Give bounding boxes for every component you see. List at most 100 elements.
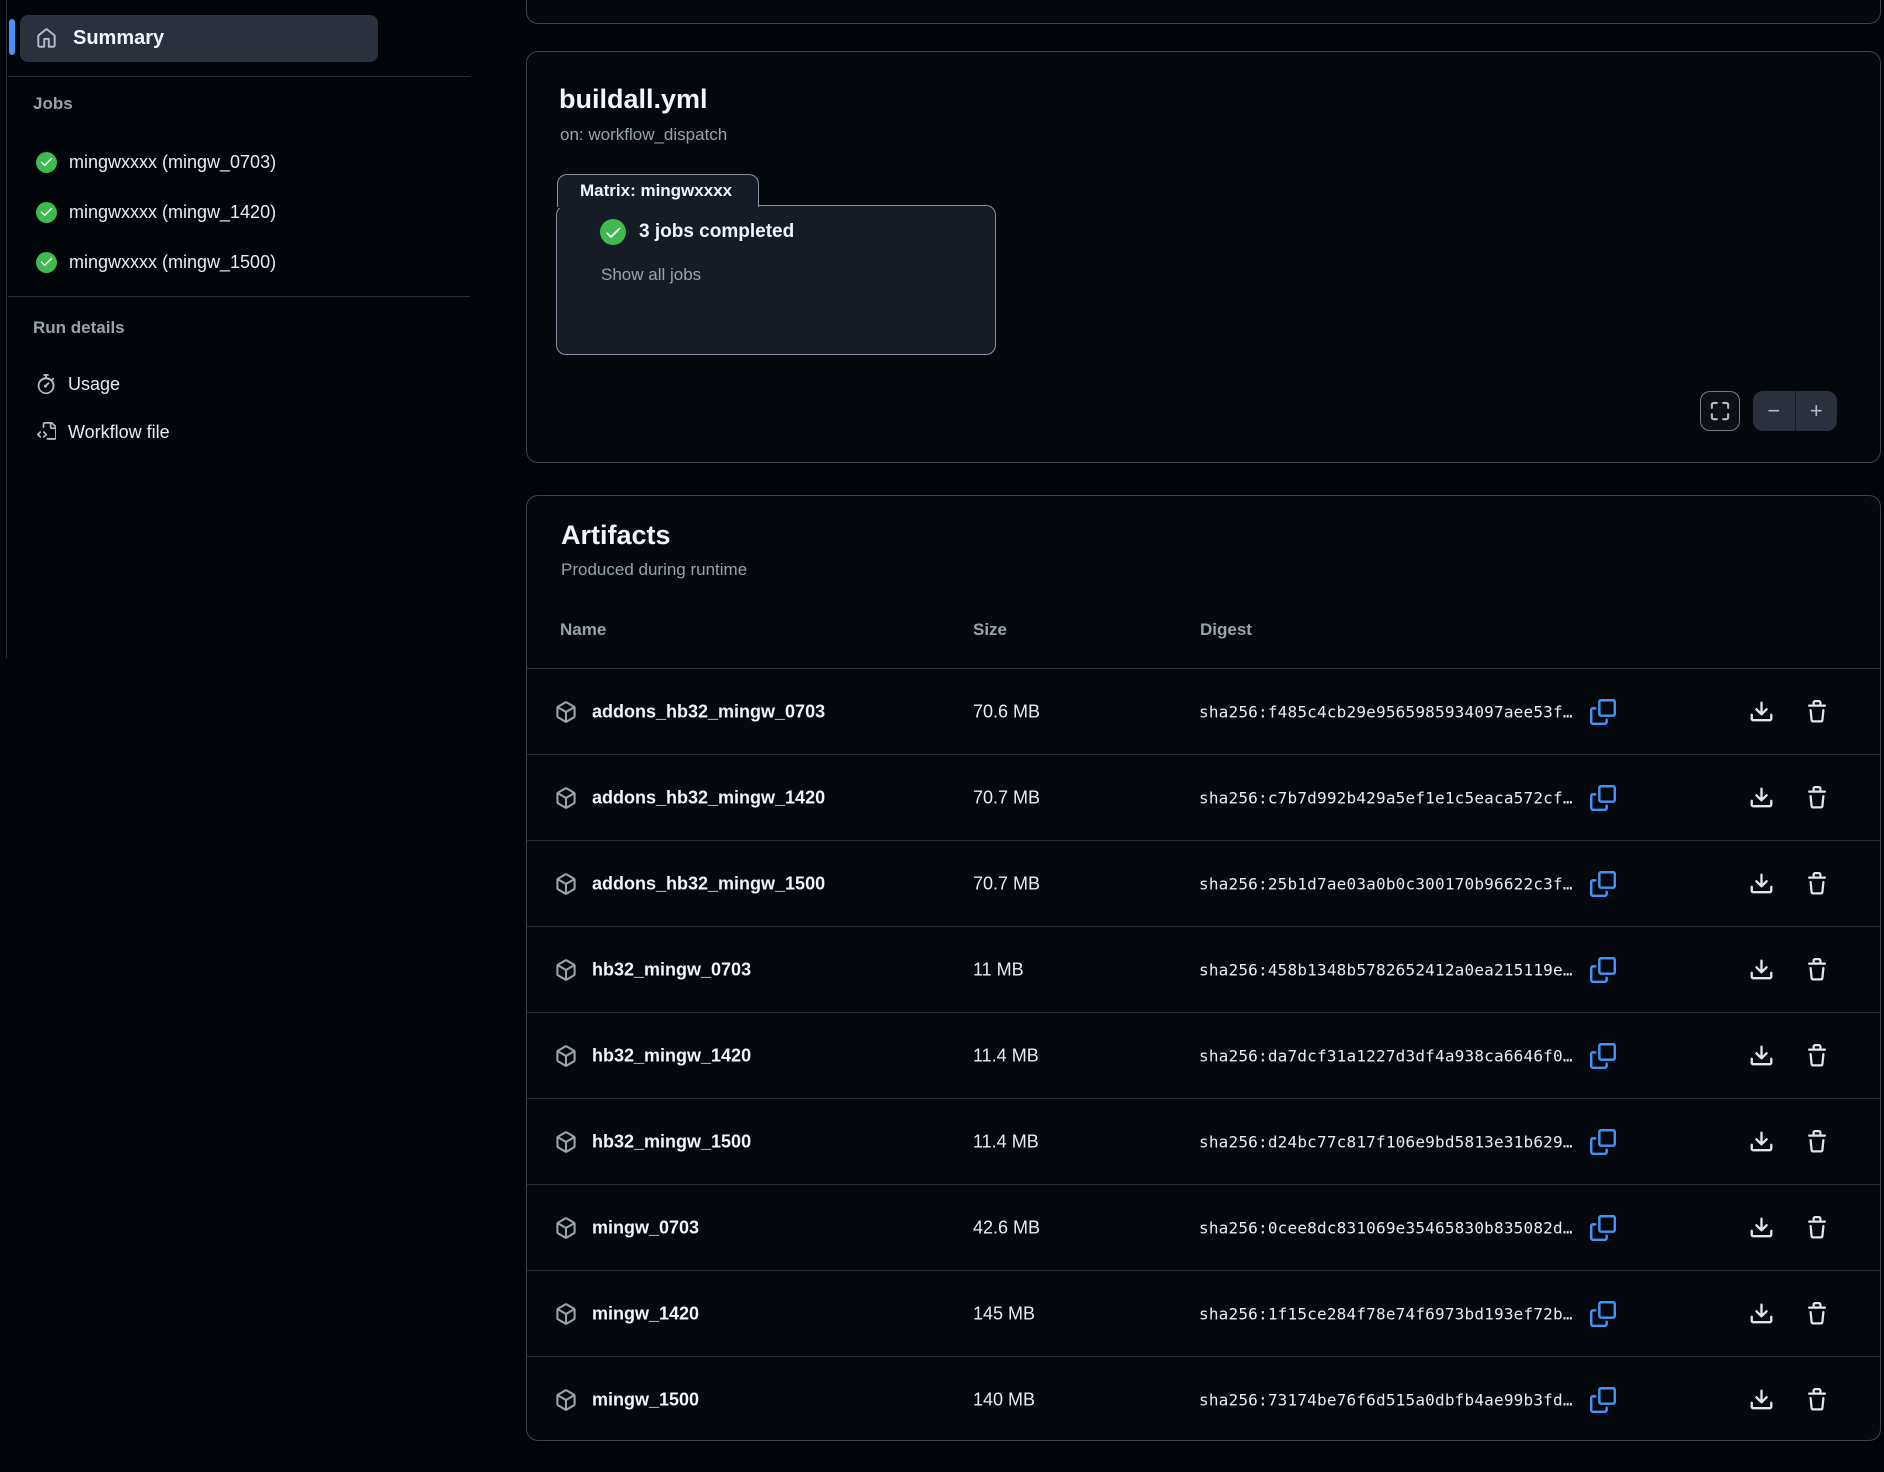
package-icon <box>555 959 577 981</box>
package-icon <box>555 873 577 895</box>
artifact-digest: sha256:0cee8dc831069e35465830b835082d… <box>1199 1218 1573 1237</box>
download-artifact-icon[interactable] <box>1749 785 1774 810</box>
artifact-size: 70.7 MB <box>973 787 1040 808</box>
copy-digest-icon[interactable] <box>1590 1043 1616 1069</box>
artifact-digest: sha256:25b1d7ae03a0b0c300170b96622c3f… <box>1199 874 1573 893</box>
download-artifact-icon[interactable] <box>1749 1301 1774 1326</box>
delete-artifact-icon[interactable] <box>1805 872 1829 896</box>
sidebar-item-label: Summary <box>73 27 164 50</box>
artifact-size: 140 MB <box>973 1390 1035 1411</box>
package-icon <box>555 1217 577 1239</box>
artifact-name: mingw_0703 <box>592 1217 699 1238</box>
artifacts-table-body: addons_hb32_mingw_0703 70.6 MB sha256:f4… <box>527 669 1880 1443</box>
delete-artifact-icon[interactable] <box>1805 786 1829 810</box>
sidebar-item-workflow-file[interactable]: Workflow file <box>26 412 456 452</box>
copy-digest-icon[interactable] <box>1590 1301 1616 1327</box>
column-header-name: Name <box>560 620 606 640</box>
artifact-size: 70.6 MB <box>973 701 1040 722</box>
zoom-in-button[interactable]: + <box>1796 391 1838 431</box>
download-artifact-icon[interactable] <box>1749 871 1774 896</box>
copy-digest-icon[interactable] <box>1590 871 1616 897</box>
fullscreen-button[interactable] <box>1700 391 1740 431</box>
artifact-name: addons_hb32_mingw_0703 <box>592 701 825 722</box>
package-icon <box>555 1045 577 1067</box>
sidebar-job-item[interactable]: mingwxxxx (mingw_1500) <box>26 242 456 282</box>
sidebar-job-item[interactable]: mingwxxxx (mingw_0703) <box>26 142 456 182</box>
fullscreen-icon <box>1710 401 1730 421</box>
job-label: mingwxxxx (mingw_1500) <box>69 252 276 273</box>
job-label: mingwxxxx (mingw_0703) <box>69 152 276 173</box>
home-icon <box>36 28 57 49</box>
copy-digest-icon[interactable] <box>1590 1387 1616 1413</box>
package-icon <box>555 1389 577 1411</box>
artifact-digest: sha256:da7dcf31a1227d3df4a938ca6646f0… <box>1199 1046 1573 1065</box>
delete-artifact-icon[interactable] <box>1805 958 1829 982</box>
copy-digest-icon[interactable] <box>1590 699 1616 725</box>
zoom-controls: − + <box>1753 391 1837 431</box>
artifact-name: addons_hb32_mingw_1500 <box>592 873 825 894</box>
table-row: addons_hb32_mingw_1500 70.7 MB sha256:25… <box>527 841 1880 927</box>
artifact-digest: sha256:d24bc77c817f106e9bd5813e31b629… <box>1199 1132 1573 1151</box>
check-circle-icon <box>36 202 57 223</box>
artifact-name: hb32_mingw_0703 <box>592 959 751 980</box>
sidebar-item-label: Usage <box>68 374 120 395</box>
delete-artifact-icon[interactable] <box>1805 1302 1829 1326</box>
zoom-out-button[interactable]: − <box>1753 391 1795 431</box>
artifact-size: 70.7 MB <box>973 873 1040 894</box>
selected-indicator-bar <box>9 19 15 55</box>
copy-digest-icon[interactable] <box>1590 785 1616 811</box>
delete-artifact-icon[interactable] <box>1805 1130 1829 1154</box>
package-icon <box>555 701 577 723</box>
artifact-size: 42.6 MB <box>973 1217 1040 1238</box>
sidebar-item-usage[interactable]: Usage <box>26 364 456 404</box>
package-icon <box>555 1131 577 1153</box>
copy-digest-icon[interactable] <box>1590 1215 1616 1241</box>
copy-digest-icon[interactable] <box>1590 957 1616 983</box>
table-row: mingw_1420 145 MB sha256:1f15ce284f78e74… <box>527 1271 1880 1357</box>
artifact-size: 145 MB <box>973 1303 1035 1324</box>
check-circle-icon <box>36 152 57 173</box>
artifact-digest: sha256:1f15ce284f78e74f6973bd193ef72b… <box>1199 1304 1573 1323</box>
artifact-size: 11.4 MB <box>973 1045 1039 1066</box>
artifact-name: mingw_1500 <box>592 1390 699 1411</box>
show-all-jobs-link[interactable]: Show all jobs <box>601 265 701 285</box>
download-artifact-icon[interactable] <box>1749 1129 1774 1154</box>
artifact-digest: sha256:c7b7d992b429a5ef1e1c5eaca572cf… <box>1199 788 1573 807</box>
file-code-icon <box>36 422 56 442</box>
artifact-digest: sha256:f485c4cb29e9565985934097aee53f… <box>1199 702 1573 721</box>
matrix-status: 3 jobs completed <box>600 219 794 245</box>
matrix-node[interactable]: Matrix: mingwxxxx 3 jobs completed Show … <box>556 174 996 355</box>
check-circle-icon <box>36 252 57 273</box>
sidebar-rail-divider <box>6 0 7 658</box>
copy-digest-icon[interactable] <box>1590 1129 1616 1155</box>
download-artifact-icon[interactable] <box>1749 1215 1774 1240</box>
artifact-name: hb32_mingw_1500 <box>592 1131 751 1152</box>
download-artifact-icon[interactable] <box>1749 699 1774 724</box>
table-row: mingw_1500 140 MB sha256:73174be76f6d515… <box>527 1357 1880 1443</box>
delete-artifact-icon[interactable] <box>1805 1216 1829 1240</box>
delete-artifact-icon[interactable] <box>1805 1044 1829 1068</box>
sidebar-job-item[interactable]: mingwxxxx (mingw_1420) <box>26 192 456 232</box>
artifacts-panel: Artifacts Produced during runtime Name S… <box>526 495 1881 1441</box>
workflow-trigger: on: workflow_dispatch <box>560 125 727 145</box>
job-label: mingwxxxx (mingw_1420) <box>69 202 276 223</box>
delete-artifact-icon[interactable] <box>1805 700 1829 724</box>
sidebar-item-summary[interactable]: Summary <box>20 15 378 62</box>
column-header-digest: Digest <box>1200 620 1252 640</box>
package-icon <box>555 787 577 809</box>
run-details-section-header: Run details <box>33 318 125 338</box>
jobs-section-header: Jobs <box>33 94 73 114</box>
matrix-node-label: Matrix: mingwxxxx <box>580 181 732 201</box>
table-row: hb32_mingw_0703 11 MB sha256:458b1348b57… <box>527 927 1880 1013</box>
download-artifact-icon[interactable] <box>1749 1388 1774 1413</box>
workflow-graph-panel: buildall.yml on: workflow_dispatch Matri… <box>526 51 1881 463</box>
delete-artifact-icon[interactable] <box>1805 1388 1829 1412</box>
matrix-tab-join <box>559 204 757 208</box>
artifact-name: mingw_1420 <box>592 1303 699 1324</box>
download-artifact-icon[interactable] <box>1749 1043 1774 1068</box>
package-icon <box>555 1303 577 1325</box>
stopwatch-icon <box>36 374 56 394</box>
table-row: mingw_0703 42.6 MB sha256:0cee8dc831069e… <box>527 1185 1880 1271</box>
sidebar-item-label: Workflow file <box>68 422 170 443</box>
download-artifact-icon[interactable] <box>1749 957 1774 982</box>
